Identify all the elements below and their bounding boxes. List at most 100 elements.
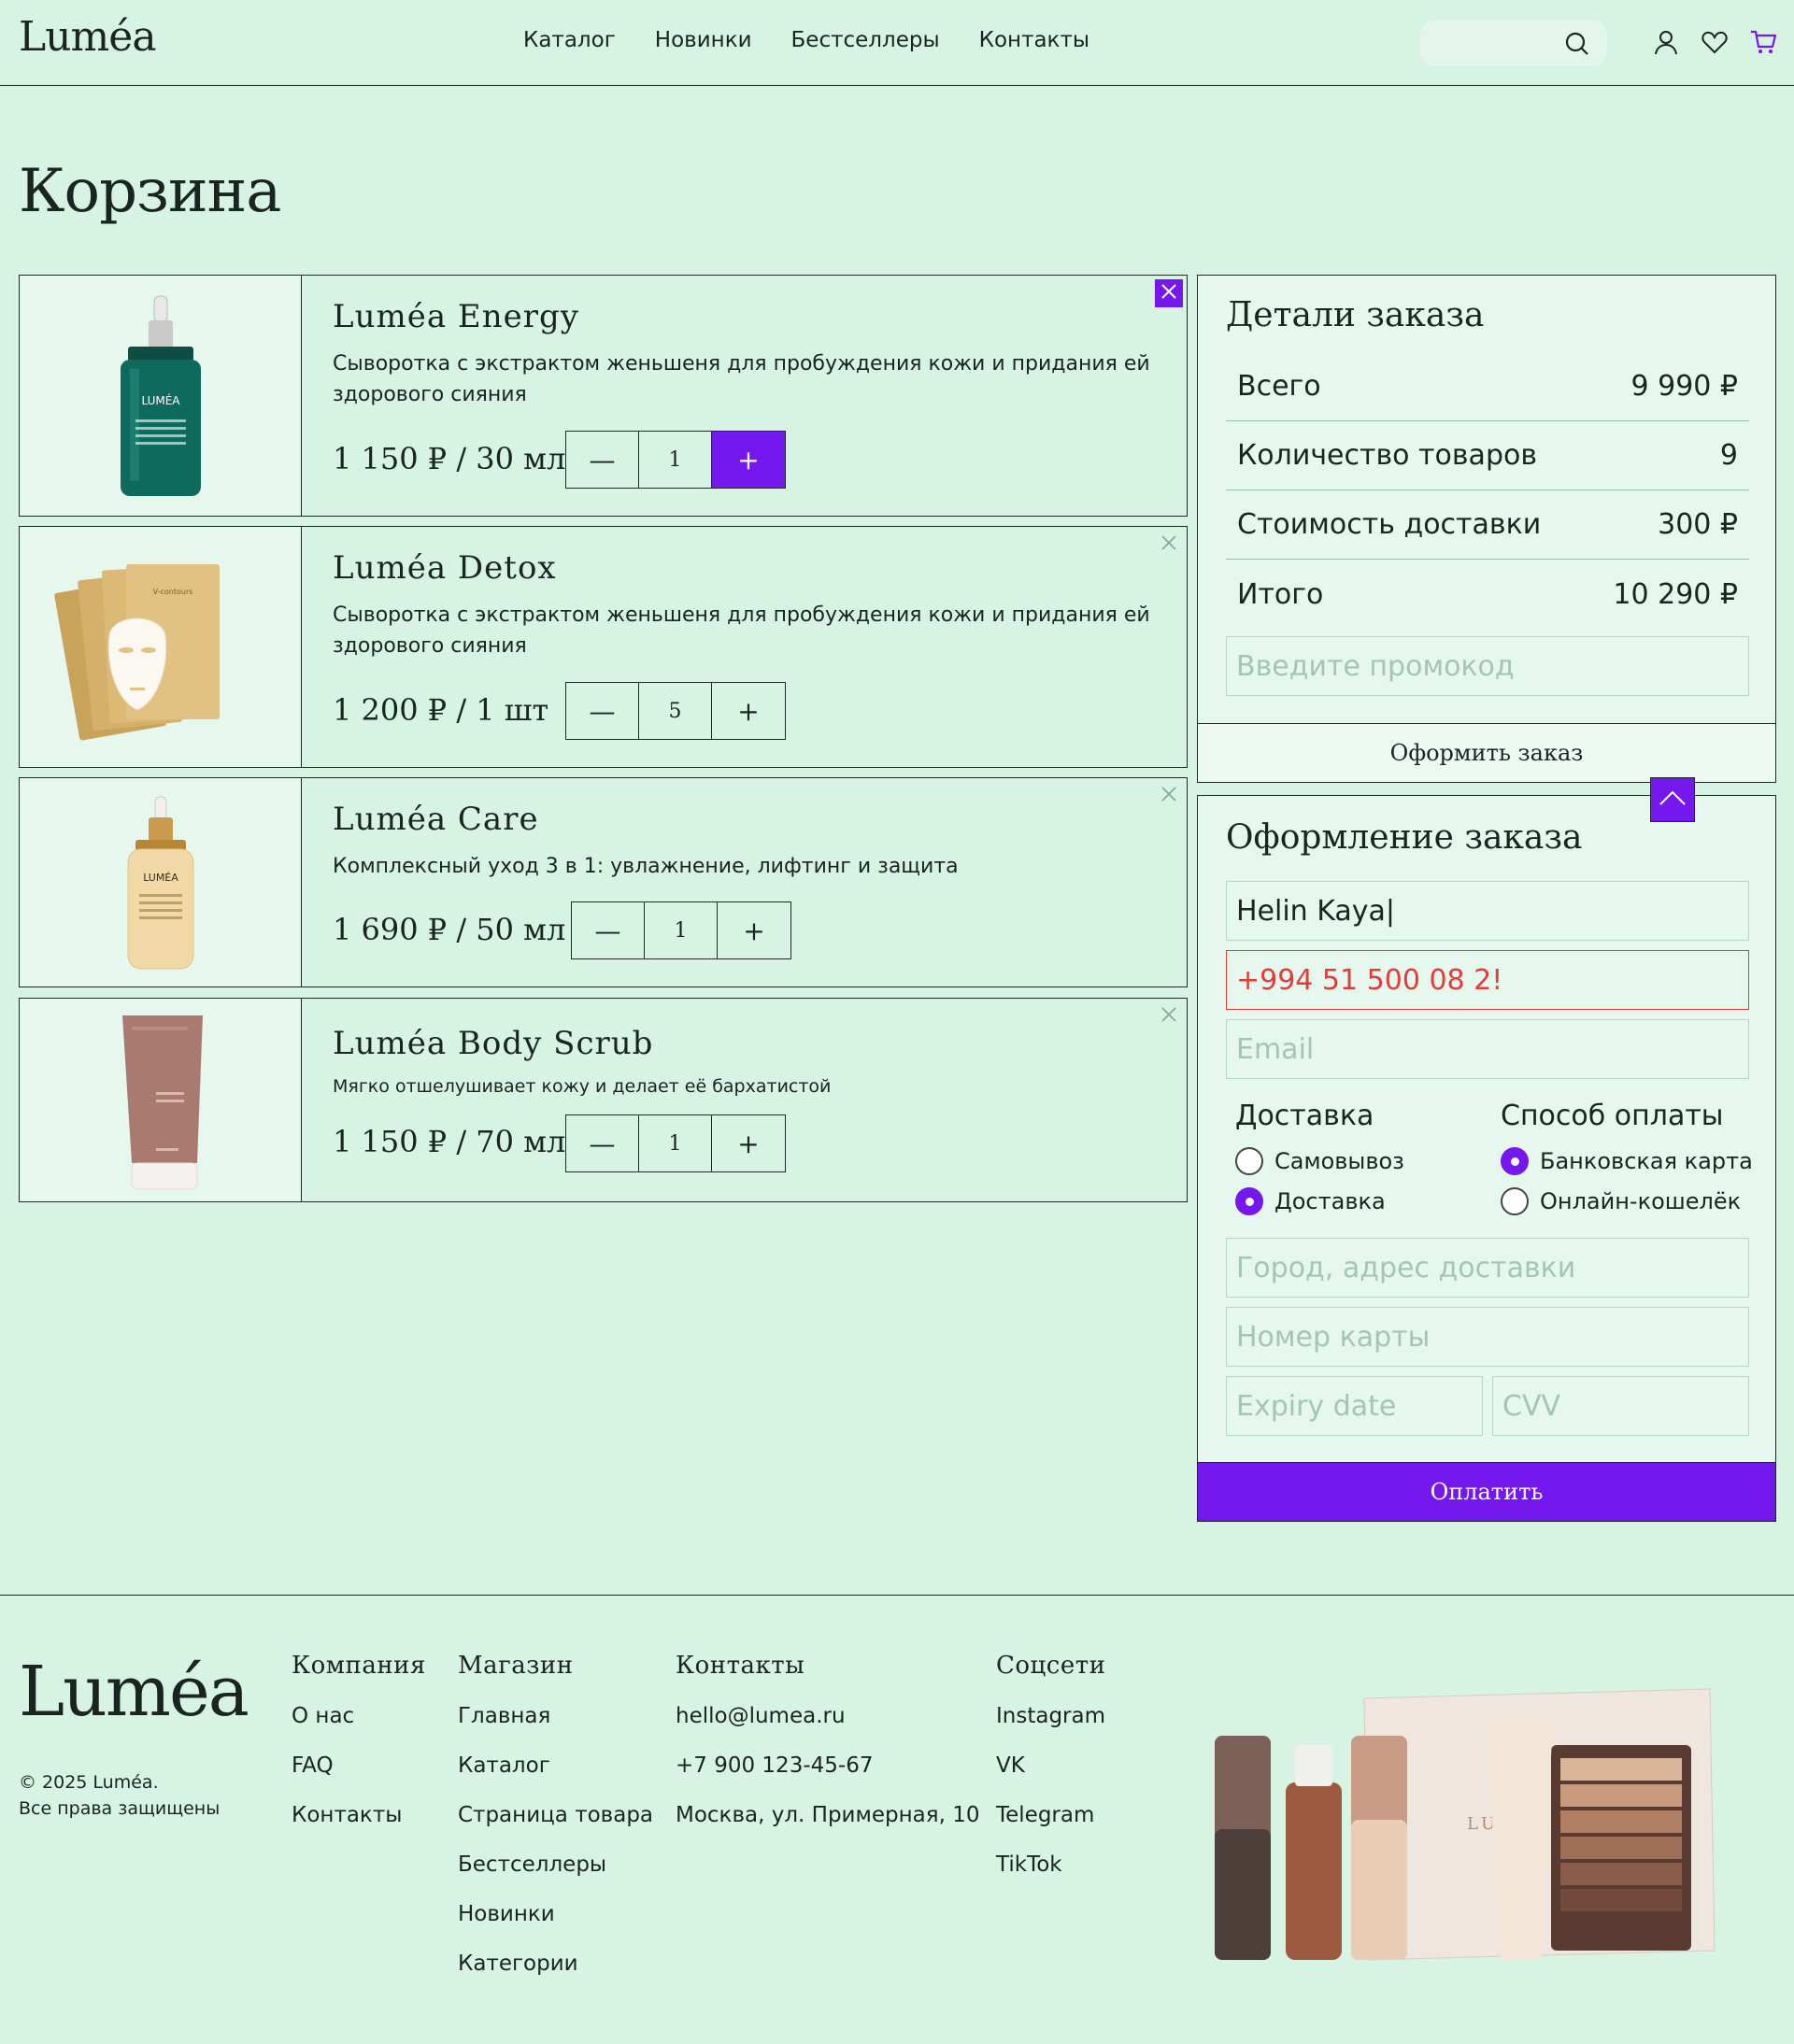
radio-checked-icon[interactable]	[1501, 1147, 1529, 1175]
footer-column-company: Компания О нас FAQ Контакты	[292, 1652, 426, 1852]
footer-link[interactable]: Каталог	[458, 1753, 653, 1780]
quantity-value[interactable]: 1	[639, 1115, 712, 1171]
product-price: 1 150 ₽ / 70 мл	[333, 1124, 566, 1159]
page-title: Корзина	[19, 157, 281, 226]
copyright-line: © 2025 Luméa.	[19, 1772, 159, 1793]
collapse-button[interactable]	[1650, 777, 1695, 822]
nav-new[interactable]: Новинки	[655, 28, 752, 52]
summary-label: Всего	[1237, 370, 1321, 403]
rights-line: Все права защищены	[19, 1798, 221, 1819]
radio-label: Доставка	[1274, 1188, 1386, 1214]
remove-item-button[interactable]	[1155, 782, 1183, 810]
radio-icon[interactable]	[1501, 1187, 1529, 1215]
quantity-stepper: — 1 +	[571, 901, 791, 959]
site-header: Luméa Каталог Новинки Бестселлеры Контак…	[0, 0, 1794, 86]
radio-checked-icon[interactable]	[1235, 1187, 1263, 1215]
footer-link[interactable]: FAQ	[292, 1753, 426, 1780]
footer-link[interactable]: Бестселлеры	[458, 1852, 653, 1879]
payment-option-card[interactable]: Банковская карта	[1501, 1147, 1753, 1175]
summary-label: Стоимость доставки	[1237, 508, 1542, 541]
main-nav: Каталог Новинки Бестселлеры Контакты	[523, 28, 1089, 52]
address-field[interactable]: Город, адрес доставки	[1226, 1238, 1749, 1298]
expiry-field[interactable]: Expiry date	[1226, 1376, 1483, 1436]
footer-link[interactable]: Контакты	[292, 1803, 426, 1829]
svg-text:V-contours: V-contours	[153, 588, 193, 596]
nav-catalog[interactable]: Каталог	[523, 28, 616, 52]
summary-label: Количество товаров	[1237, 439, 1538, 472]
user-icon[interactable]	[1652, 28, 1680, 56]
decrease-button[interactable]: —	[566, 683, 639, 739]
search-icon[interactable]	[1564, 31, 1590, 61]
name-field[interactable]: Helin Kaya|	[1226, 881, 1749, 941]
decrease-button[interactable]: —	[566, 1115, 639, 1171]
increase-button[interactable]: +	[712, 683, 785, 739]
product-name[interactable]: Luméa Detox	[333, 549, 557, 587]
product-price: 1 690 ₽ / 50 мл	[333, 912, 566, 947]
cart-icon[interactable]	[1749, 28, 1777, 56]
footer-column-title: Магазин	[458, 1652, 574, 1680]
checkout-form: Оформление заказа Helin Kaya| +994 51 50…	[1197, 795, 1776, 1464]
footer-link[interactable]: Страница товара	[458, 1803, 653, 1829]
footer-link[interactable]: TikTok	[996, 1852, 1105, 1879]
svg-text:LUMÉA: LUMÉA	[143, 872, 178, 884]
product-image[interactable]	[20, 999, 302, 1201]
quantity-value[interactable]: 1	[645, 902, 718, 958]
product-name[interactable]: Luméa Care	[333, 801, 539, 838]
cart-item: LUMÉA Luméa Energy Сыворотка с экстракто…	[19, 275, 1188, 517]
product-image[interactable]: V-contours	[20, 527, 302, 767]
footer-column-contacts: Контакты hello@lumea.ru +7 900 123-45-67…	[676, 1652, 979, 1852]
promo-code-input[interactable]: Введите промокод	[1226, 636, 1749, 696]
remove-item-button[interactable]	[1155, 531, 1183, 559]
heart-icon[interactable]	[1701, 28, 1729, 56]
footer-link[interactable]: Новинки	[458, 1902, 653, 1928]
footer-link[interactable]: Главная	[458, 1704, 653, 1730]
close-icon	[1160, 785, 1178, 807]
radio-label: Онлайн-кошелёк	[1540, 1188, 1742, 1214]
product-image[interactable]: LUMÉA	[20, 778, 302, 987]
remove-item-button[interactable]	[1155, 1002, 1183, 1030]
product-price: 1 200 ₽ / 1 шт	[333, 692, 549, 728]
remove-item-button[interactable]	[1155, 279, 1183, 307]
nav-bestsellers[interactable]: Бестселлеры	[791, 28, 940, 52]
quantity-value[interactable]: 5	[639, 683, 712, 739]
decrease-button[interactable]: —	[572, 902, 645, 958]
product-name[interactable]: Luméa Energy	[333, 298, 579, 335]
delivery-option-courier[interactable]: Доставка	[1235, 1187, 1386, 1215]
place-order-button[interactable]: Оформить заказ	[1197, 723, 1776, 783]
increase-button[interactable]: +	[718, 902, 790, 958]
summary-label: Итого	[1237, 577, 1324, 611]
cart-item: Luméa Body Scrub Мягко отшелушивает кожу…	[19, 998, 1188, 1202]
quantity-stepper: — 5 +	[565, 682, 786, 740]
delivery-option-pickup[interactable]: Самовывоз	[1235, 1147, 1404, 1175]
cvv-field[interactable]: CVV	[1492, 1376, 1749, 1436]
chevron-up-icon	[1659, 788, 1687, 811]
phone-field[interactable]: +994 51 500 08 2!	[1226, 950, 1749, 1010]
card-number-field[interactable]: Номер карты	[1226, 1307, 1749, 1367]
product-name[interactable]: Luméa Body Scrub	[333, 1025, 653, 1062]
payment-option-wallet[interactable]: Онлайн-кошелёк	[1501, 1187, 1741, 1215]
pay-button[interactable]: Оплатить	[1197, 1462, 1776, 1522]
nav-contacts[interactable]: Контакты	[979, 28, 1089, 52]
footer-link[interactable]: Telegram	[996, 1803, 1105, 1829]
footer-logo[interactable]: Luméa	[19, 1652, 249, 1732]
increase-button[interactable]: +	[712, 432, 785, 488]
radio-icon[interactable]	[1235, 1147, 1263, 1175]
quantity-value[interactable]: 1	[639, 432, 712, 488]
footer-column-title: Компания	[292, 1652, 426, 1680]
footer-link[interactable]: Категории	[458, 1952, 653, 1978]
logo[interactable]: Luméa	[19, 13, 157, 61]
search-input[interactable]	[1420, 20, 1607, 66]
footer-address[interactable]: Москва, ул. Примерная, 10	[676, 1803, 979, 1829]
summary-row-count: Количество товаров 9	[1226, 421, 1749, 490]
footer-link[interactable]: Instagram	[996, 1704, 1105, 1730]
footer-email[interactable]: hello@lumea.ru	[676, 1704, 979, 1730]
summary-value: 10 290 ₽	[1613, 577, 1738, 611]
summary-row-shipping: Стоимость доставки 300 ₽	[1226, 490, 1749, 560]
footer-phone[interactable]: +7 900 123-45-67	[676, 1753, 979, 1780]
increase-button[interactable]: +	[712, 1115, 785, 1171]
footer-link[interactable]: VK	[996, 1753, 1105, 1780]
decrease-button[interactable]: —	[566, 432, 639, 488]
email-field[interactable]: Email	[1226, 1019, 1749, 1079]
product-image[interactable]: LUMÉA	[20, 276, 302, 516]
footer-link[interactable]: О нас	[292, 1704, 426, 1730]
